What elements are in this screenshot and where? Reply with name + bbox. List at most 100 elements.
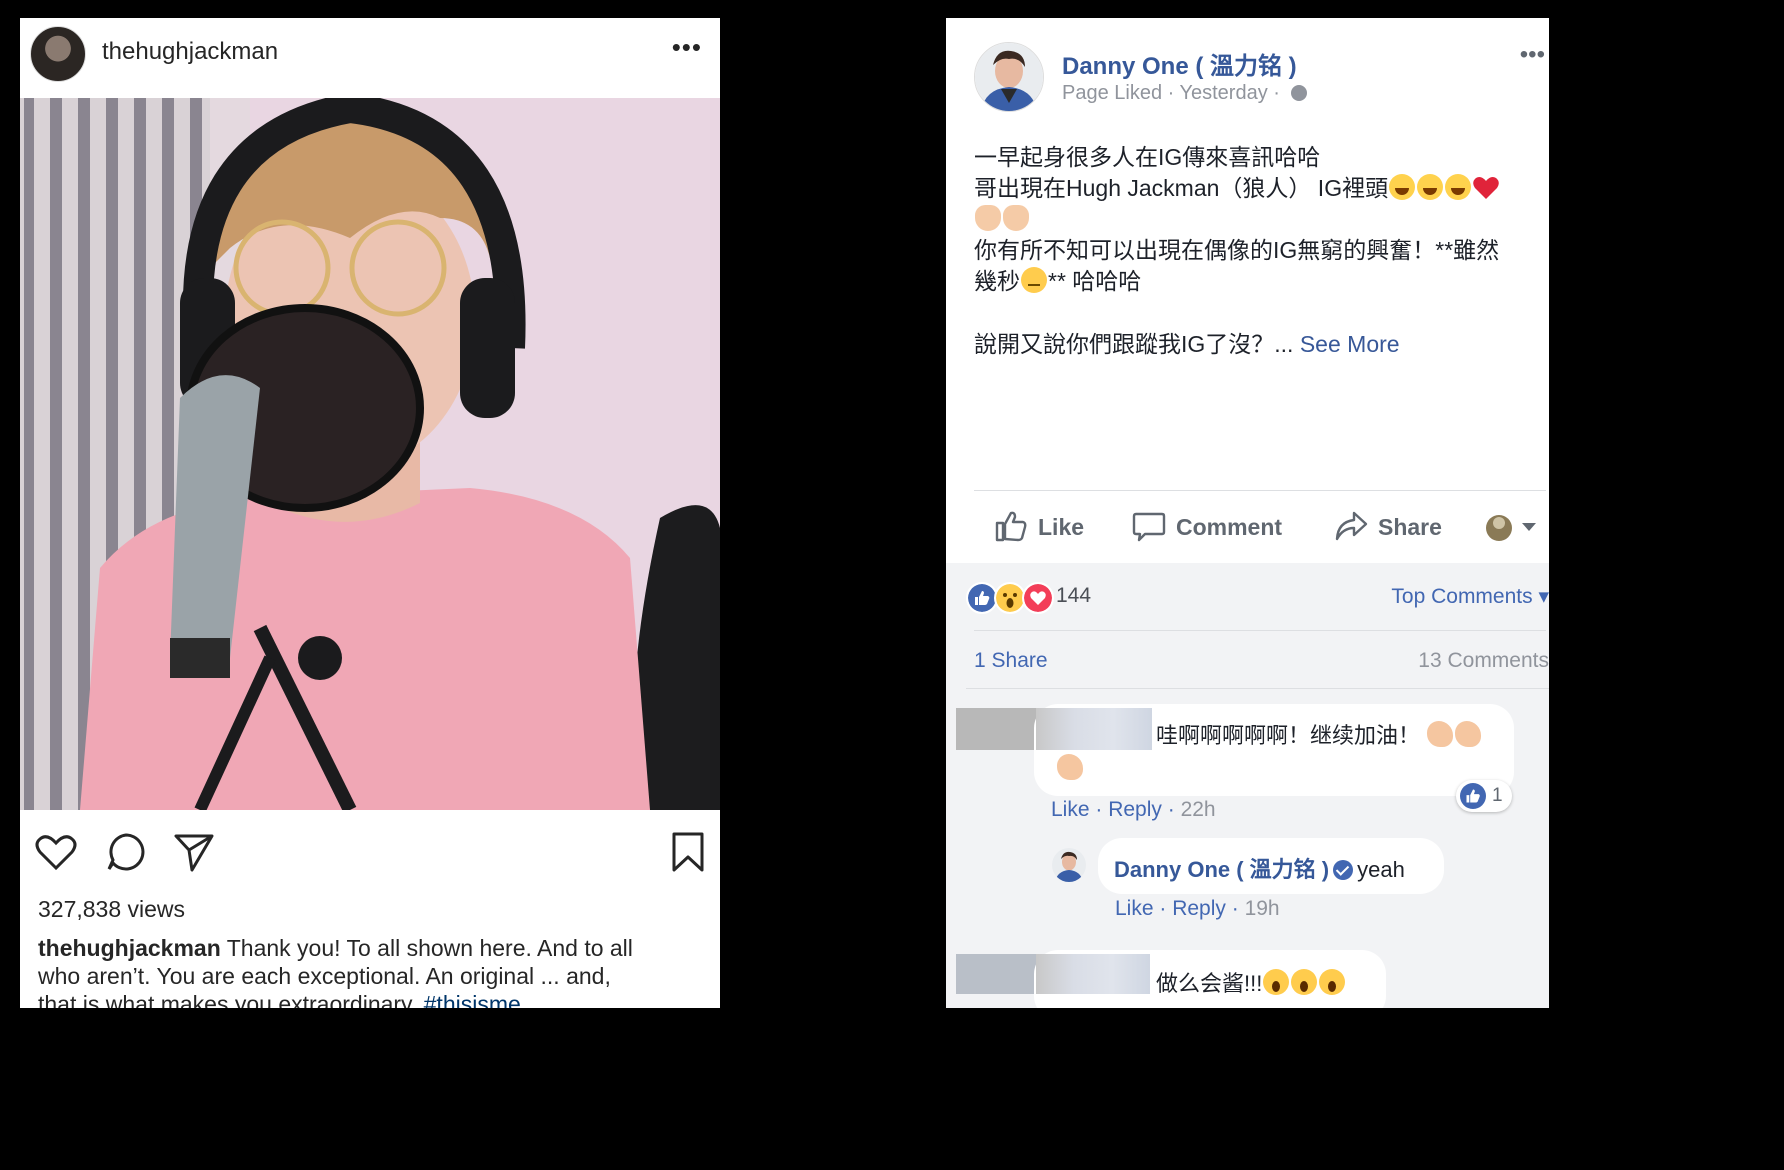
globe-icon[interactable] [1291, 85, 1308, 101]
screaming-face-emoji-icon [1319, 969, 1346, 995]
singer-photo [20, 98, 720, 810]
page-name[interactable]: Danny One ( 溫力铭 ) [1062, 46, 1297, 81]
share-button-label: Share [1378, 514, 1442, 540]
like-button-label: Like [1038, 514, 1085, 540]
laughing-emoji-icon [1389, 174, 1416, 200]
comment-count-link[interactable]: 13 Comments [1418, 649, 1549, 673]
blurred-avatar [956, 954, 1036, 994]
post-line-5a: 幾秒 [974, 268, 1020, 294]
comment-text: 做么会酱!!! [1156, 966, 1346, 998]
blurred-avatar [956, 708, 1036, 750]
avatar[interactable] [30, 26, 86, 82]
caption-text-3: that is what makes you extraordinary. [38, 991, 424, 1008]
like-button[interactable]: Like [994, 509, 1084, 543]
see-more-link[interactable]: See More [1300, 331, 1400, 357]
post-meta: Page Liked · Yesterday · [1062, 82, 1308, 105]
blurred-commenter-name [1036, 954, 1150, 994]
post-line-5b: ** 哈哈哈 [1048, 268, 1142, 294]
post-actions [20, 830, 720, 890]
post-header: thehughjackman ••• [20, 18, 720, 99]
screaming-face-emoji-icon [1263, 969, 1290, 995]
reply-content: Danny One ( 溫力铭 ) yeah [1114, 852, 1405, 884]
comment-like-link[interactable]: Like [1051, 798, 1090, 821]
avatar[interactable] [1052, 848, 1086, 882]
bookmark-icon[interactable] [666, 830, 710, 874]
reply-timestamp[interactable]: 19h [1245, 897, 1280, 920]
comment-text: 哇啊啊啊啊啊！继续加油！ [1156, 718, 1482, 750]
laughing-emoji-icon [1417, 174, 1444, 200]
comment-text-content: 哇啊啊啊啊啊！继续加油！ [1156, 723, 1421, 748]
eye-roll-emoji-icon [1021, 267, 1047, 293]
more-icon[interactable]: ••• [1520, 40, 1545, 70]
audience-selector[interactable] [1484, 513, 1549, 543]
caption-username[interactable]: thehughjackman [38, 935, 221, 961]
post-line-1: 一早起身很多人在IG傳來喜訊哈哈 [974, 144, 1321, 170]
post-video-image[interactable] [20, 98, 720, 810]
comment-reply-link[interactable]: Reply [1108, 798, 1162, 821]
reply-bubble: Danny One ( 溫力铭 ) yeah [1098, 838, 1444, 894]
like-reaction-icon [1460, 783, 1486, 809]
divider [974, 630, 1546, 631]
flexed-biceps-emoji-icon [1427, 721, 1454, 747]
reply-reply-link[interactable]: Reply [1172, 897, 1226, 920]
comment-button-label: Comment [1176, 514, 1283, 540]
share-icon[interactable] [172, 830, 216, 874]
top-comments-dropdown[interactable]: Top Comments ▾ [1391, 584, 1549, 609]
flexed-biceps-emoji-icon [1455, 721, 1482, 747]
divider [974, 490, 1546, 491]
more-icon[interactable]: ••• [672, 32, 702, 62]
avatar[interactable] [974, 42, 1044, 112]
action-bar: Like Comment Share [946, 493, 1549, 563]
post-line-7-text: 說開又說你們跟蹤我IG了沒？... [974, 331, 1300, 357]
comment-text-content: 做么会酱!!! [1156, 971, 1263, 996]
caption-text-2: who aren’t. You are each exceptional. An… [38, 963, 611, 989]
page-avatar-image [975, 43, 1043, 111]
username[interactable]: thehughjackman [102, 38, 278, 66]
view-count[interactable]: 327,838 views [38, 896, 185, 923]
reply-author[interactable]: Danny One ( 溫力铭 ) [1114, 857, 1329, 882]
clapping-emoji-icon [1003, 205, 1029, 231]
heart-icon[interactable] [34, 830, 78, 874]
post-line-4: 你有所不知可以出現在偶像的IG無窮的興奮！**雖然 [974, 237, 1500, 263]
caption-text-1: Thank you! To all shown here. And to all [220, 935, 633, 961]
post-line-2-text: 哥出現在Hugh Jackman（狼人） IG裡頭 [974, 175, 1389, 201]
laughing-emoji-icon [1445, 174, 1472, 200]
blurred-commenter-name [1036, 708, 1152, 750]
post-line-5: 幾秒 ** 哈哈哈 [974, 266, 1549, 297]
comment-button[interactable]: Comment [1132, 509, 1282, 543]
love-reaction-icon [1022, 582, 1054, 614]
post-line-7: 說開又說你們跟蹤我IG了沒？... See More [974, 329, 1549, 360]
comment-timestamp[interactable]: 22h [1181, 798, 1216, 821]
instagram-post: thehughjackman ••• 327,838 views thehugh… [20, 18, 720, 1008]
reply-text: yeah [1357, 857, 1405, 882]
comment-like-count: 1 [1492, 785, 1503, 806]
comment-icon[interactable] [104, 830, 148, 874]
heart-emoji-icon [1473, 177, 1499, 199]
reaction-count[interactable]: 144 [1056, 584, 1091, 608]
share-arrow-icon [1335, 511, 1368, 541]
divider [966, 688, 1549, 689]
reply-avatar-image [1052, 848, 1086, 882]
post-body: 一早起身很多人在IG傳來喜訊哈哈 哥出現在Hugh Jackman（狼人） IG… [974, 142, 1549, 360]
clapping-emoji-icon [975, 205, 1001, 231]
flexed-biceps-emoji-icon [1057, 754, 1083, 780]
thumbs-up-icon [995, 511, 1027, 542]
comment-actions: Like · Reply · 22h [1051, 798, 1216, 821]
profile-thumbnail-dropdown-icon [1486, 515, 1536, 541]
post-line-2: 哥出現在Hugh Jackman（狼人） IG裡頭 [974, 173, 1549, 204]
reply-actions: Like · Reply · 19h [1115, 897, 1280, 920]
post-meta-text: Page Liked · Yesterday · [1062, 82, 1286, 104]
share-count-link[interactable]: 1 Share [974, 649, 1048, 673]
comment-bubble-icon [1132, 512, 1166, 542]
screaming-face-emoji-icon [1291, 969, 1318, 995]
comment-text-overflow [1056, 754, 1084, 781]
reply-like-link[interactable]: Like [1115, 897, 1154, 920]
comment-like-badge[interactable]: 1 [1456, 780, 1512, 812]
share-button[interactable]: Share [1334, 509, 1442, 543]
hashtag-link[interactable]: #thisisme [424, 991, 521, 1008]
post-caption: thehughjackman Thank you! To all shown h… [38, 934, 698, 1008]
verified-badge-icon [1333, 860, 1354, 880]
facebook-post: Danny One ( 溫力铭 ) Page Liked · Yesterday… [946, 18, 1549, 1008]
post-line-3 [974, 204, 1549, 235]
